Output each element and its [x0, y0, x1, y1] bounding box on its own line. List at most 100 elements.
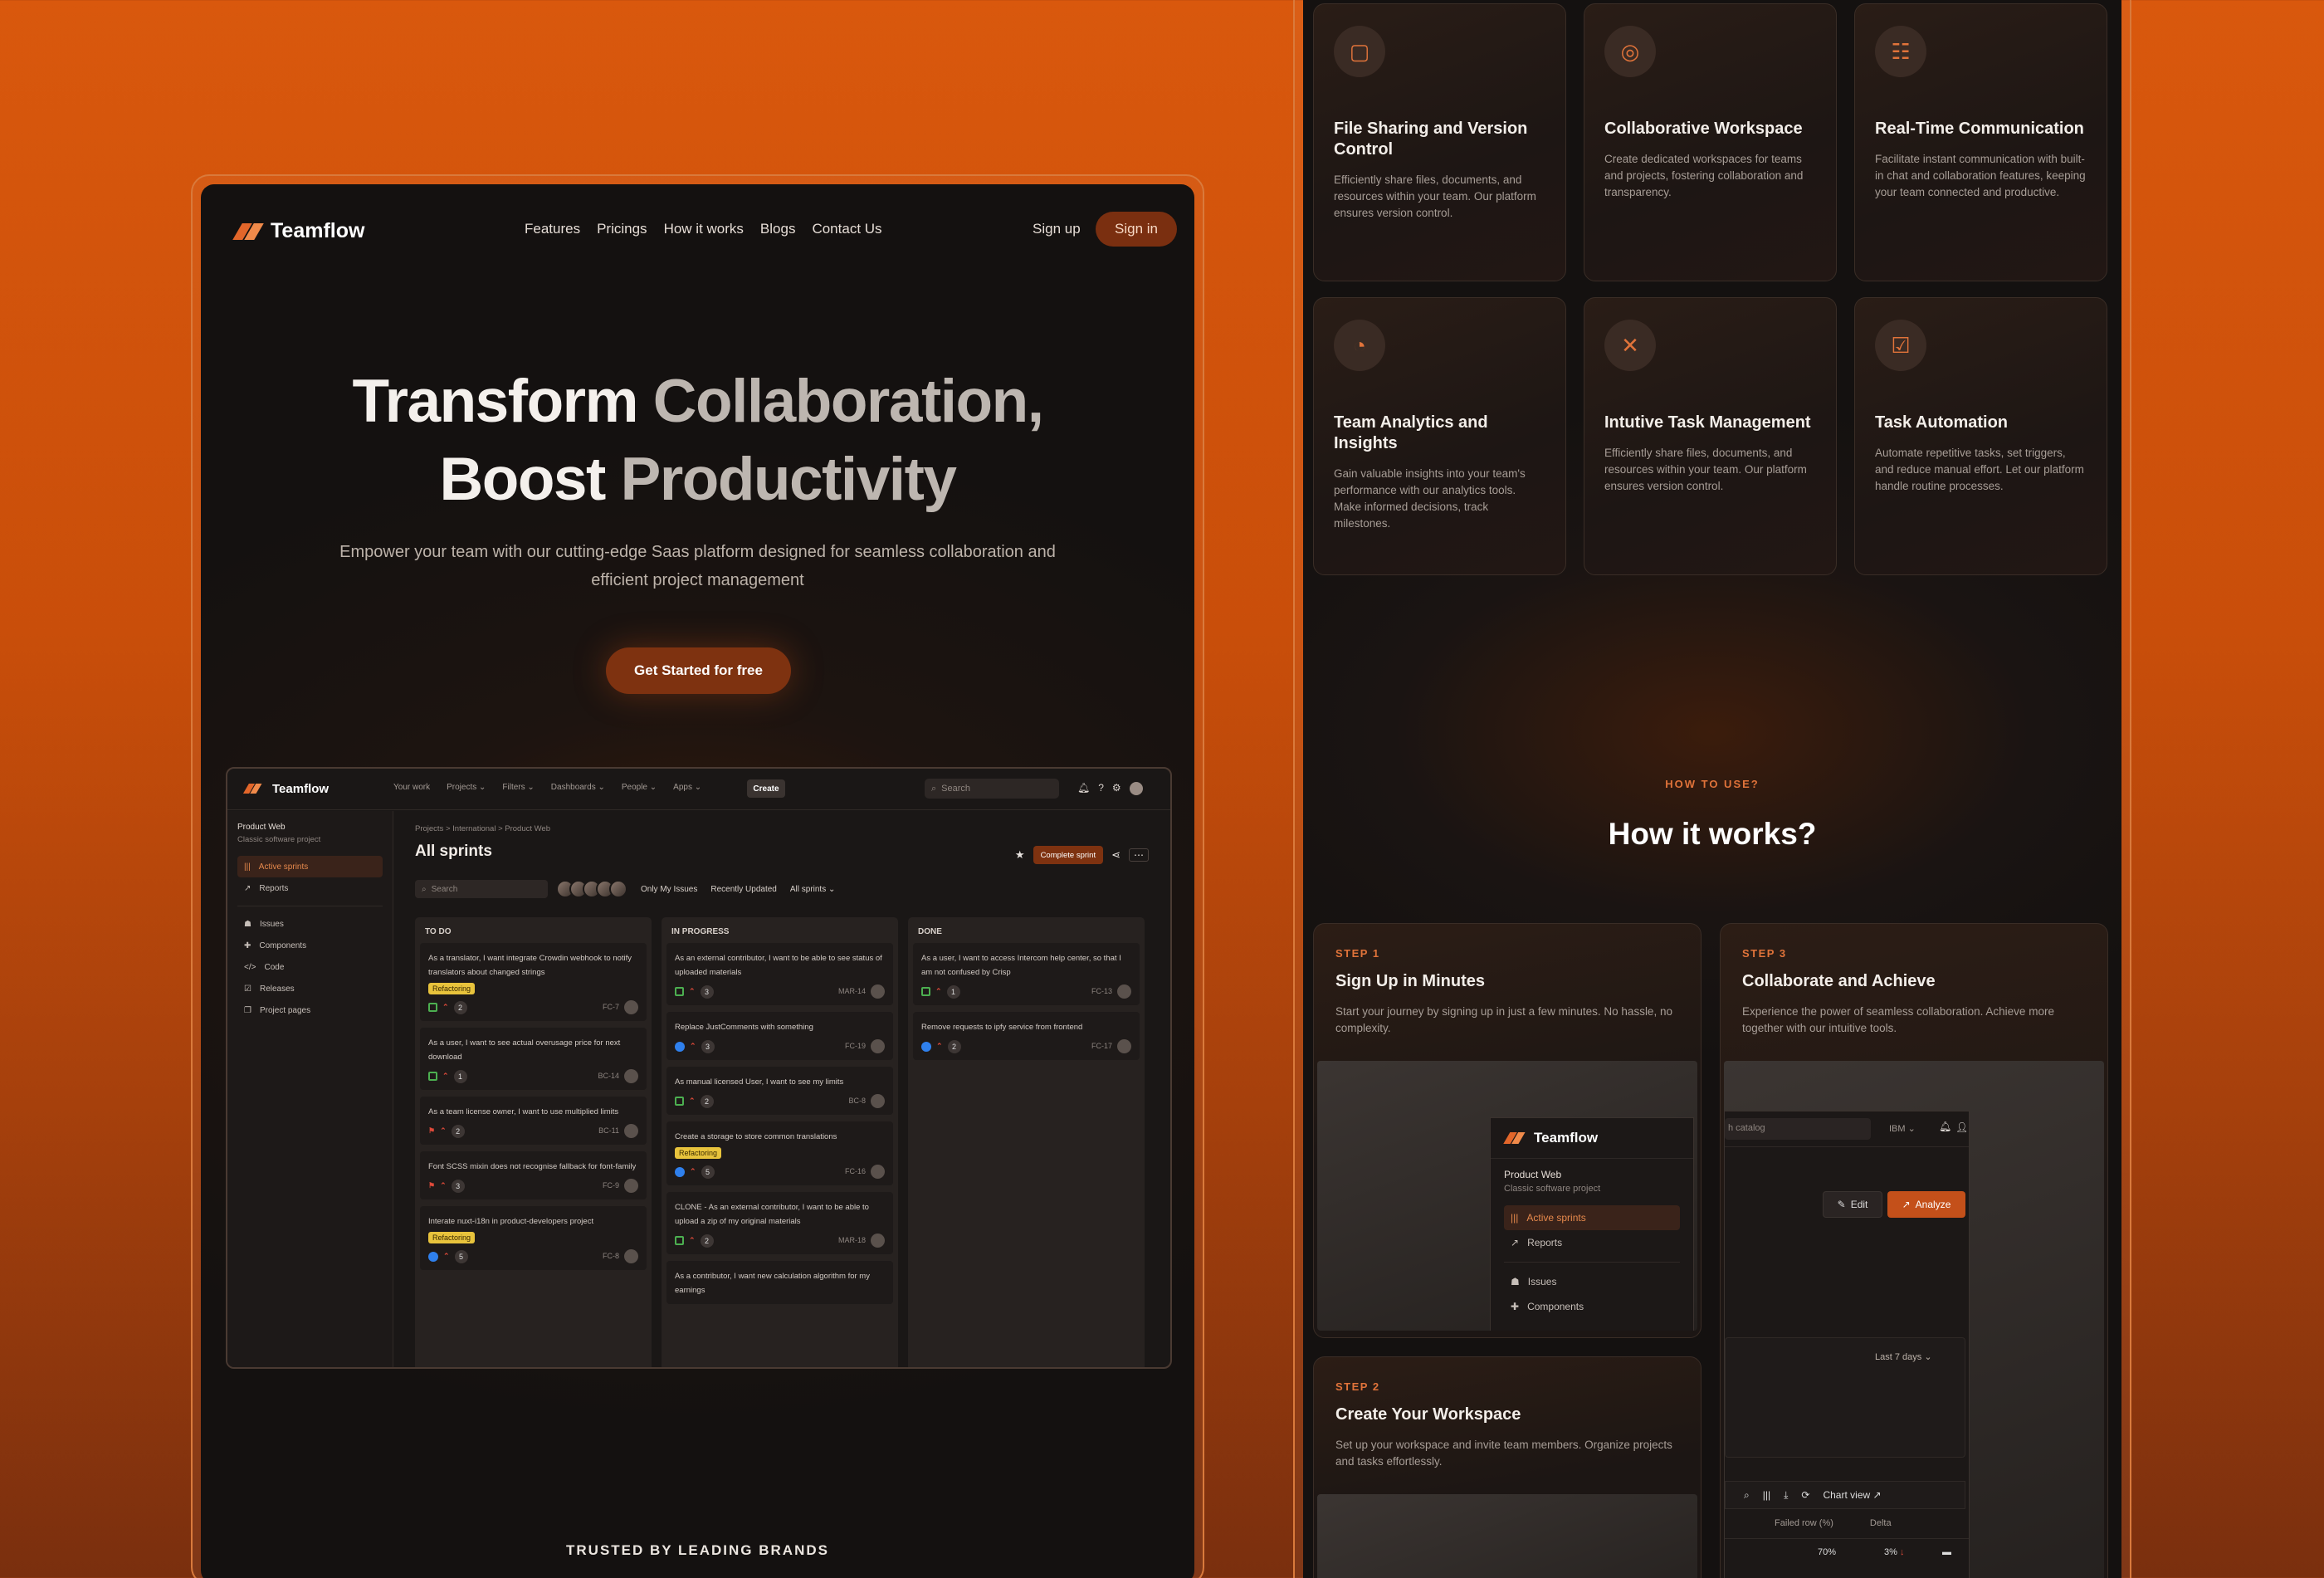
issue-id-wrap: FC-9 — [603, 1179, 638, 1193]
sidebar-item-reports[interactable]: ↗ Reports — [237, 877, 383, 899]
columns-icon[interactable]: ||| — [1763, 1489, 1770, 1501]
gear-icon[interactable]: ⚙ — [1112, 782, 1121, 795]
get-started-button[interactable]: Get Started for free — [606, 647, 791, 694]
signup-link[interactable]: Sign up — [1033, 221, 1081, 237]
sidebar-item-releases[interactable]: ☑ Releases — [237, 978, 383, 999]
nav-how-it-works[interactable]: How it works — [664, 221, 744, 237]
share-icon[interactable]: ⋖ — [1111, 848, 1120, 862]
avatar[interactable] — [871, 984, 885, 999]
bell-icon[interactable]: 🔔︎ — [1077, 782, 1090, 795]
nav-pricings[interactable]: Pricings — [597, 221, 647, 237]
chart-view-toggle[interactable]: Chart view ↗ — [1823, 1489, 1881, 1501]
signin-button[interactable]: Sign in — [1096, 212, 1177, 247]
board-search-input[interactable]: ⌕ Search — [415, 880, 548, 898]
menu-filters[interactable]: Filters ⌄ — [502, 783, 534, 792]
app-brand[interactable]: Teamflow — [242, 780, 329, 797]
avatar[interactable] — [871, 1039, 885, 1053]
feature-card: ☑ Task Automation Automate repetitive task… — [1854, 297, 2107, 575]
issue-card[interactable]: As a user, I want to see actual overusag… — [420, 1028, 647, 1090]
catalog-search-input[interactable]: h catalog — [1725, 1118, 1871, 1140]
filter-recently-updated[interactable]: Recently Updated — [710, 885, 777, 894]
nav-blogs[interactable]: Blogs — [760, 221, 796, 237]
issue-card[interactable]: Replace JustComments with something ⌃ 3 FC-… — [666, 1012, 893, 1060]
issue-title: As manual licensed User, I want to see m… — [675, 1077, 844, 1087]
avatar[interactable] — [609, 880, 627, 898]
filter-only-my-issues[interactable]: Only My Issues — [641, 885, 697, 894]
issue-card[interactable]: CLONE - As an external contributor, I wa… — [666, 1192, 893, 1254]
issue-card[interactable]: As a translator, I want integrate Crowdi… — [420, 943, 647, 1021]
analyze-button[interactable]: ↗ Analyze — [1887, 1191, 1965, 1218]
menu-people[interactable]: People ⌄ — [622, 783, 657, 792]
issue-title: Replace JustComments with something — [675, 1023, 813, 1032]
table-header: Failed row (%) Delta — [1775, 1518, 1892, 1528]
avatar[interactable] — [624, 1069, 638, 1083]
edit-button[interactable]: ✎ Edit — [1823, 1191, 1882, 1218]
avatar[interactable] — [1117, 984, 1131, 999]
avatar[interactable] — [1117, 1039, 1131, 1053]
avatar[interactable] — [871, 1234, 885, 1248]
sidebar-item-components[interactable]: ✚ Components — [1504, 1294, 1680, 1319]
issue-id-wrap: BC-11 — [598, 1124, 638, 1138]
sidebar-item-code[interactable]: </> Code — [237, 956, 383, 978]
sidebar-item-issues[interactable]: ☗ Issues — [1504, 1269, 1680, 1294]
sidebar-item-label: Active sprints — [1526, 1212, 1586, 1224]
issue-card[interactable]: Remove requests to ipfy service from fro… — [913, 1012, 1140, 1060]
user-icon[interactable]: 👤︎ — [1955, 1121, 1968, 1133]
avatar[interactable] — [1129, 782, 1143, 795]
menu-apps[interactable]: Apps ⌄ — [673, 783, 701, 792]
help-icon[interactable]: ? — [1098, 782, 1104, 795]
sidebar-item-active-sprints[interactable]: ||| Active sprints — [237, 856, 383, 877]
menu-projects[interactable]: Projects ⌄ — [447, 783, 486, 792]
avatar[interactable] — [624, 1179, 638, 1193]
sidebar-item-label: Releases — [259, 984, 295, 994]
menu-your-work[interactable]: Your work — [393, 783, 430, 792]
step-screenshot: Teamflow Product Web Classic software pr… — [1317, 1061, 1697, 1331]
date-range-select[interactable]: Last 7 days ⌄ — [1875, 1351, 1932, 1362]
kanban-column: IN PROGRESS As an external contributor, I… — [662, 917, 898, 1367]
avatar-group[interactable] — [556, 880, 627, 898]
issue-card[interactable]: As a contributor, I want new calculation… — [666, 1261, 893, 1304]
app-preview: Teamflow Your work Projects ⌄ Filters ⌄ … — [226, 767, 1172, 1369]
menu-dashboards[interactable]: Dashboards ⌄ — [551, 783, 605, 792]
brand-logo[interactable]: Teamflow — [232, 219, 364, 243]
hero-word: Productivity — [620, 446, 957, 513]
nav-contact[interactable]: Contact Us — [812, 221, 881, 237]
avatar[interactable] — [624, 1249, 638, 1263]
create-button[interactable]: Create — [747, 779, 785, 798]
more-icon[interactable]: ⋯ — [1129, 848, 1149, 862]
sidebar-item-project-pages[interactable]: ❐ Project pages — [237, 999, 383, 1021]
trend-icon: ↗ — [1902, 1199, 1911, 1210]
avatar[interactable] — [624, 1124, 638, 1138]
avatar[interactable] — [871, 1094, 885, 1108]
sidebar-item-reports[interactable]: ↗ Reports — [1504, 1230, 1680, 1255]
issue-card[interactable]: As an external contributor, I want to be… — [666, 943, 893, 1005]
ibm-select[interactable]: IBM ⌄ — [1889, 1123, 1916, 1134]
issue-card[interactable]: Interate nuxt-i18n in product-developers… — [420, 1206, 647, 1270]
nav-features[interactable]: Features — [525, 221, 580, 237]
download-icon[interactable]: ⤓ — [1784, 1489, 1788, 1502]
sidebar-item-issues[interactable]: ☗ Issues — [237, 913, 383, 935]
issue-card[interactable]: As a user, I want to access Intercom hel… — [913, 943, 1140, 1005]
analyze-label: Analyze — [1915, 1199, 1951, 1210]
avatar[interactable] — [871, 1165, 885, 1179]
delta-text: 3% — [1884, 1547, 1897, 1557]
bell-icon[interactable]: 🔔︎ — [1939, 1121, 1951, 1132]
refresh-icon[interactable]: ⟳ — [1801, 1489, 1809, 1501]
sidebar-item-active-sprints[interactable]: ||| Active sprints — [1504, 1205, 1680, 1230]
search-icon[interactable]: ⌕ — [1744, 1489, 1750, 1502]
issue-footer: ⌃ 2 BC-8 — [675, 1094, 885, 1108]
story-icon — [675, 1236, 684, 1245]
issue-card[interactable]: As a team license owner, I want to use m… — [420, 1097, 647, 1145]
column-title: DONE — [918, 927, 942, 936]
folder-icon[interactable]: ▬ — [1942, 1547, 1951, 1557]
complete-sprint-button[interactable]: Complete sprint — [1033, 846, 1104, 864]
avatar[interactable] — [624, 1000, 638, 1014]
filter-all-sprints[interactable]: All sprints ⌄ — [790, 885, 836, 894]
kanban-column: DONE As a user, I want to access Intercom… — [908, 917, 1145, 1367]
app-search-input[interactable]: ⌕ Search — [925, 779, 1059, 799]
issue-card[interactable]: As manual licensed User, I want to see m… — [666, 1067, 893, 1115]
star-icon[interactable]: ★ — [1015, 848, 1025, 862]
issue-card[interactable]: Create a storage to store common transla… — [666, 1121, 893, 1185]
issue-card[interactable]: Font SCSS mixin does not recognise fallb… — [420, 1151, 647, 1199]
sidebar-item-components[interactable]: ✚ Components — [237, 935, 383, 956]
